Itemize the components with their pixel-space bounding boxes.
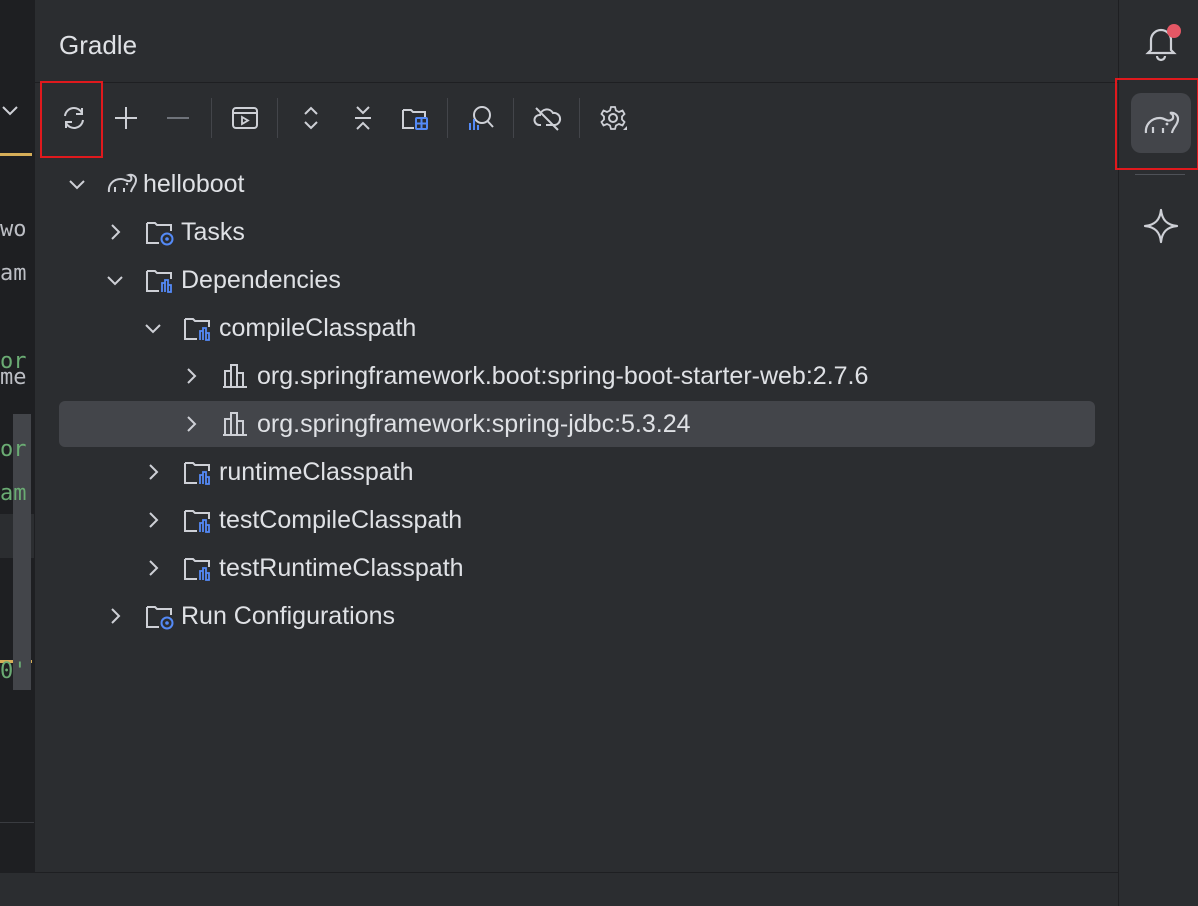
folder-library-icon — [184, 510, 210, 533]
tree-node-test-runtime-classpath[interactable]: testRuntimeClasspath — [59, 545, 1095, 591]
analyze-icon — [469, 106, 494, 130]
group-modules-button[interactable] — [393, 96, 437, 140]
chevron-right-icon[interactable] — [105, 222, 125, 242]
tree-node-test-compile-classpath[interactable]: testCompileClasspath — [59, 497, 1095, 543]
tree-node-label: org.springframework.boot:spring-boot-sta… — [257, 361, 869, 390]
code-fragment: or — [0, 437, 27, 462]
chevron-right-icon[interactable] — [105, 606, 125, 626]
link-gradle-project-button[interactable] — [104, 96, 148, 140]
chevron-down-icon[interactable] — [67, 174, 87, 194]
tree-node-run-configurations[interactable]: Run Configurations — [59, 593, 1095, 639]
stripe-separator — [1135, 174, 1185, 175]
tree-node-label: Dependencies — [181, 265, 341, 294]
collapse-all-button[interactable] — [341, 96, 385, 140]
build-tool-settings-button[interactable] — [591, 96, 635, 140]
minus-icon — [167, 117, 189, 119]
right-tool-stripe — [1115, 0, 1198, 906]
ai-assistant-button[interactable] — [1131, 196, 1191, 256]
folder-library-icon — [184, 318, 210, 341]
tree-node-label: testRuntimeClasspath — [219, 553, 464, 582]
tree-node-compile-classpath[interactable]: compileClasspath — [59, 305, 1095, 351]
tree-node-label: org.springframework:spring-jdbc:5.3.24 — [257, 409, 691, 438]
refresh-button-annotation-box — [40, 81, 103, 158]
library-icon — [223, 412, 247, 436]
tree-node-label: helloboot — [143, 169, 245, 198]
chevron-right-icon[interactable] — [143, 462, 163, 482]
folder-gear-icon — [146, 222, 174, 246]
folder-library-icon — [184, 558, 210, 581]
code-fragment: am — [0, 261, 27, 286]
toolbar-separator — [513, 98, 514, 138]
folder-gear-icon — [146, 606, 174, 630]
header-divider — [35, 82, 1119, 83]
panel-title: Gradle — [59, 30, 138, 60]
toolbar-separator — [211, 98, 212, 138]
code-fragment: me — [0, 365, 27, 390]
expand-all-button[interactable] — [289, 96, 333, 140]
tree-node-label: compileClasspath — [219, 313, 417, 342]
gear-icon — [600, 106, 627, 130]
unlink-gradle-project-button[interactable] — [156, 96, 200, 140]
tree-node-tasks[interactable]: Tasks — [59, 209, 1095, 255]
gradle-button-annotation-box — [1115, 78, 1198, 170]
tree-node-dependency[interactable]: org.springframework.boot:spring-boot-sta… — [59, 353, 1095, 399]
tree-node-dependencies[interactable]: Dependencies — [59, 257, 1095, 303]
cloud-off-icon — [533, 107, 562, 131]
code-fragment: wo — [0, 217, 27, 242]
chevron-down-icon[interactable] — [143, 318, 163, 338]
folder-library-icon — [146, 270, 172, 293]
status-bar — [0, 872, 1118, 906]
tree-node-label: testCompileClasspath — [219, 505, 463, 534]
toolbar-separator — [579, 98, 580, 138]
library-icon — [223, 364, 247, 388]
gradle-tool-window: Gradle helloboot Tasks Dependencies comp… — [34, 0, 1119, 872]
tree-node-label: runtimeClasspath — [219, 457, 414, 486]
chevron-right-icon[interactable] — [143, 510, 163, 530]
tree-node-label: Run Configurations — [181, 601, 396, 630]
toolbar-separator — [277, 98, 278, 138]
tree-node-project[interactable]: helloboot — [59, 161, 1095, 207]
code-fragment: 0' — [0, 659, 27, 684]
editor-divider — [0, 822, 34, 823]
notification-badge — [1167, 24, 1181, 38]
analyze-dependencies-button[interactable] — [459, 96, 503, 140]
code-fragment: am — [0, 481, 27, 506]
chevron-right-icon[interactable] — [181, 366, 201, 386]
change-marker — [0, 153, 32, 156]
tree-node-dependency-selected[interactable]: org.springframework:spring-jdbc:5.3.24 — [59, 401, 1095, 447]
chevron-right-icon[interactable] — [181, 414, 201, 434]
execute-gradle-task-button[interactable] — [223, 96, 267, 140]
expand-all-icon — [304, 106, 318, 130]
folder-library-icon — [184, 462, 210, 485]
toolbar-separator — [447, 98, 448, 138]
chevron-down-icon[interactable] — [0, 100, 20, 120]
gradle-elephant-icon — [107, 173, 138, 193]
notifications-button[interactable] — [1131, 12, 1191, 72]
tree-node-label: Tasks — [181, 217, 245, 246]
sparkle-icon — [1143, 208, 1179, 244]
tree-node-runtime-classpath[interactable]: runtimeClasspath — [59, 449, 1095, 495]
toggle-offline-mode-button[interactable] — [525, 96, 569, 140]
chevron-down-icon[interactable] — [105, 270, 125, 290]
folder-grid-icon — [402, 109, 428, 130]
run-window-icon — [232, 107, 258, 129]
editor-strip: wo am or me or am 0' — [0, 0, 34, 906]
collapse-all-icon — [355, 106, 371, 130]
plus-icon — [115, 107, 137, 129]
chevron-right-icon[interactable] — [143, 558, 163, 578]
